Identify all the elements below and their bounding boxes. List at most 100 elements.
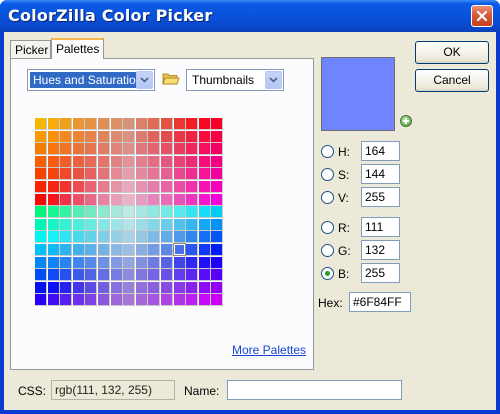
h-radio[interactable] [321, 145, 334, 158]
palette-cell[interactable] [198, 281, 211, 294]
palette-cell[interactable] [35, 130, 47, 143]
palette-cell[interactable] [211, 155, 224, 168]
palette-cell[interactable] [198, 256, 211, 269]
palette-cell[interactable] [198, 206, 211, 219]
palette-cell[interactable] [60, 143, 73, 156]
palette-cell[interactable] [161, 143, 173, 156]
palette-cell[interactable] [123, 206, 136, 219]
palette-select[interactable]: Hues and Saturations [27, 69, 155, 91]
add-color-icon[interactable] [400, 115, 412, 127]
palette-cell[interactable] [148, 269, 161, 282]
palette-cell[interactable] [186, 206, 199, 219]
palette-cell[interactable] [123, 118, 136, 130]
palette-cell[interactable] [110, 155, 123, 168]
palette-cell[interactable] [173, 269, 186, 282]
palette-cell[interactable] [35, 143, 47, 156]
palette-cell[interactable] [35, 269, 47, 282]
close-button[interactable] [471, 5, 493, 27]
palette-cell[interactable] [198, 269, 211, 282]
palette-cell[interactable] [211, 294, 224, 307]
palette-cell[interactable] [135, 155, 148, 168]
palette-cell[interactable] [198, 181, 211, 193]
palette-cell[interactable] [173, 244, 186, 256]
palette-cell[interactable] [135, 256, 148, 269]
palette-cell[interactable] [35, 244, 47, 256]
palette-cell[interactable] [148, 193, 161, 206]
palette-cell[interactable] [110, 206, 123, 219]
cancel-button[interactable]: Cancel [415, 69, 489, 92]
palette-cell[interactable] [35, 294, 47, 307]
palette-cell[interactable] [198, 193, 211, 206]
palette-cell[interactable] [161, 168, 173, 181]
palette-cell[interactable] [161, 294, 173, 307]
palette-cell[interactable] [72, 269, 85, 282]
palette-cell[interactable] [148, 281, 161, 294]
palette-cell[interactable] [135, 231, 148, 244]
palette-cell[interactable] [148, 231, 161, 244]
palette-cell[interactable] [35, 181, 47, 193]
palette-cell[interactable] [85, 118, 98, 130]
palette-cell[interactable] [72, 118, 85, 130]
palette-cell[interactable] [161, 206, 173, 219]
palette-cell[interactable] [173, 118, 186, 130]
palette-cell[interactable] [211, 143, 224, 156]
name-input[interactable] [227, 380, 402, 400]
palette-cell[interactable] [47, 231, 60, 244]
palette-cell[interactable] [47, 256, 60, 269]
palette-cell[interactable] [72, 143, 85, 156]
palette-cell[interactable] [148, 143, 161, 156]
palette-cell[interactable] [148, 256, 161, 269]
palette-cell[interactable] [47, 294, 60, 307]
palette-cell[interactable] [35, 231, 47, 244]
h-input[interactable]: 164 [361, 141, 400, 161]
s-input[interactable]: 144 [361, 164, 400, 184]
palette-cell[interactable] [47, 155, 60, 168]
palette-cell[interactable] [186, 168, 199, 181]
palette-cell[interactable] [123, 130, 136, 143]
palette-cell[interactable] [135, 218, 148, 231]
palette-cell[interactable] [60, 231, 73, 244]
palette-cell[interactable] [173, 168, 186, 181]
g-input[interactable]: 132 [361, 240, 400, 260]
palette-cell[interactable] [110, 118, 123, 130]
palette-cell[interactable] [123, 193, 136, 206]
palette-cell[interactable] [85, 218, 98, 231]
palette-cell[interactable] [98, 118, 110, 130]
palette-cell[interactable] [72, 181, 85, 193]
palette-cell[interactable] [72, 193, 85, 206]
palette-cell[interactable] [110, 218, 123, 231]
palette-cell[interactable] [123, 218, 136, 231]
palette-cell[interactable] [148, 130, 161, 143]
palette-cell[interactable] [110, 281, 123, 294]
palette-cell[interactable] [98, 244, 110, 256]
palette-cell[interactable] [186, 118, 199, 130]
g-radio[interactable] [321, 244, 334, 257]
palette-cell[interactable] [72, 206, 85, 219]
palette-cell[interactable] [98, 281, 110, 294]
palette-cell[interactable] [98, 181, 110, 193]
palette-cell[interactable] [98, 256, 110, 269]
palette-cell[interactable] [85, 143, 98, 156]
palette-cell[interactable] [198, 130, 211, 143]
v-radio[interactable] [321, 191, 334, 204]
palette-cell[interactable] [60, 281, 73, 294]
palette-cell[interactable] [60, 218, 73, 231]
palette-cell[interactable] [98, 130, 110, 143]
palette-cell[interactable] [161, 130, 173, 143]
css-value-field[interactable]: rgb(111, 132, 255) [51, 380, 175, 400]
palette-cell[interactable] [161, 281, 173, 294]
palette-cell[interactable] [72, 218, 85, 231]
b-input[interactable]: 255 [361, 263, 400, 283]
palette-cell[interactable] [85, 269, 98, 282]
palette-cell[interactable] [110, 143, 123, 156]
palette-cell[interactable] [85, 281, 98, 294]
palette-cell[interactable] [173, 218, 186, 231]
palette-cell[interactable] [60, 155, 73, 168]
palette-cell[interactable] [47, 181, 60, 193]
palette-select-dropdown[interactable] [136, 71, 153, 89]
palette-cell[interactable] [211, 168, 224, 181]
palette-cell[interactable] [35, 206, 47, 219]
palette-cell[interactable] [35, 168, 47, 181]
palette-cell[interactable] [135, 244, 148, 256]
palette-cell[interactable] [173, 130, 186, 143]
